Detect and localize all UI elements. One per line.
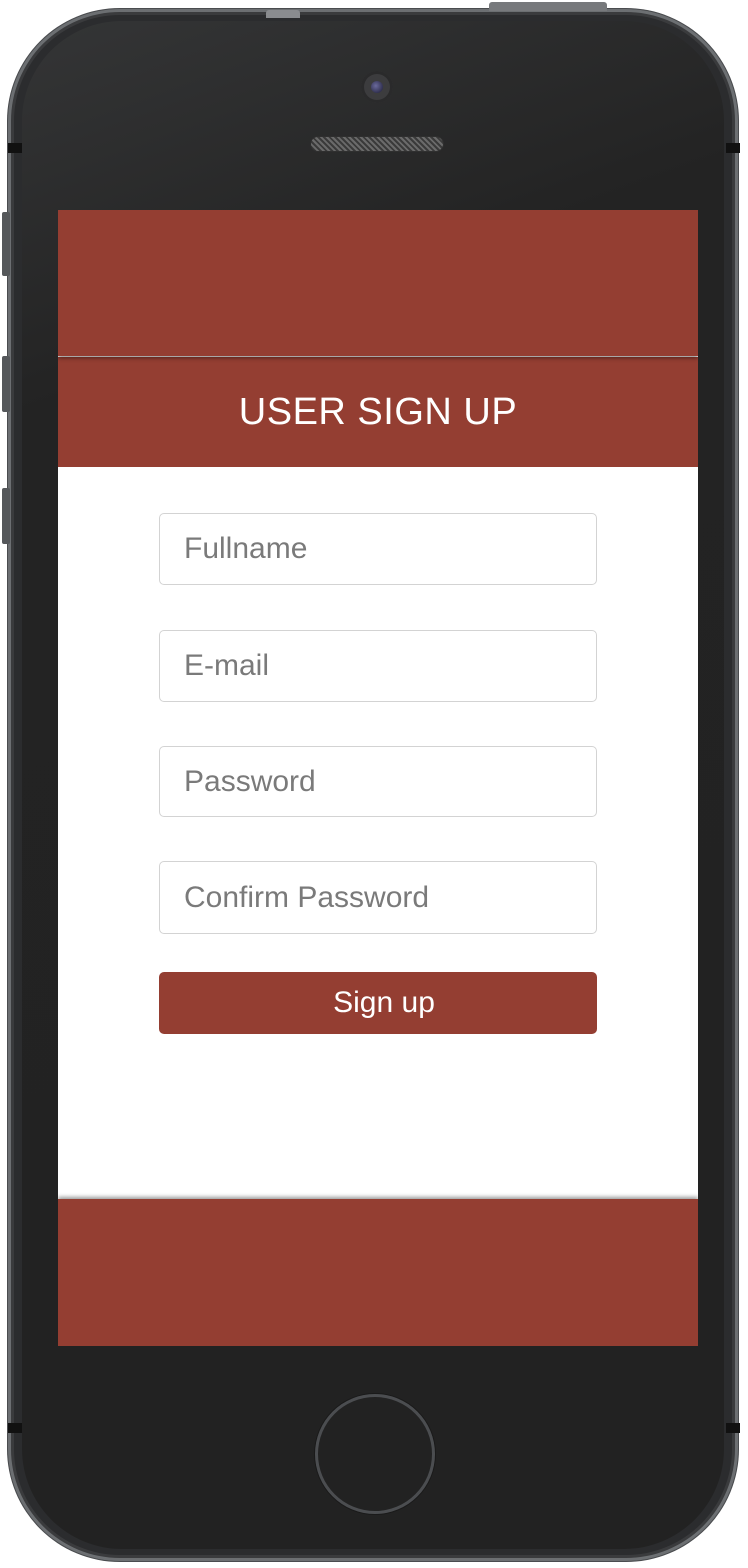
page-title: USER SIGN UP (238, 390, 518, 433)
email-field[interactable] (159, 630, 597, 702)
page-header: USER SIGN UP (58, 357, 698, 467)
fullname-field[interactable] (159, 513, 597, 585)
mute-switch (2, 212, 10, 276)
signup-form (159, 513, 597, 979)
top-antenna-band (266, 10, 300, 18)
bottom-bar (58, 1199, 698, 1346)
confirm-password-field[interactable] (159, 861, 597, 934)
front-camera-icon (361, 71, 393, 103)
antenna-band-right-top (726, 143, 740, 153)
antenna-band-right-bottom (726, 1423, 740, 1433)
signup-button[interactable]: Sign up (159, 972, 597, 1034)
antenna-band-left-bottom (8, 1423, 22, 1433)
volume-up-button (2, 356, 10, 412)
app-screen: USER SIGN UP Sign up (58, 210, 698, 1346)
volume-down-button (2, 488, 10, 544)
home-button-icon[interactable] (315, 1394, 435, 1514)
speaker-grille-icon (311, 137, 443, 151)
power-button (489, 2, 607, 11)
top-bar (58, 210, 698, 356)
password-field[interactable] (159, 746, 597, 817)
antenna-band-left-top (8, 143, 22, 153)
